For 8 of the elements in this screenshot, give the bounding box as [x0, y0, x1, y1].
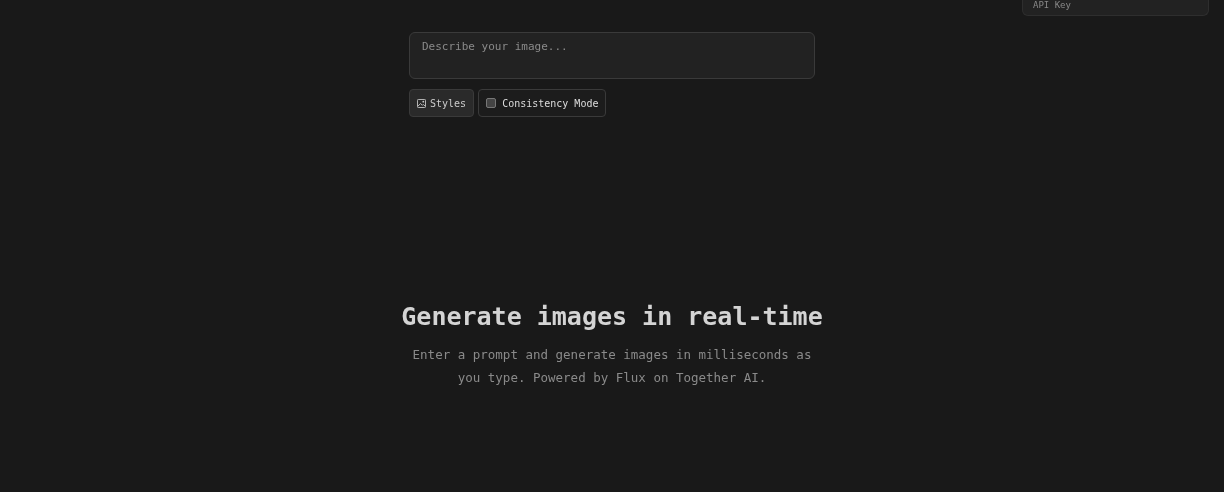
image-icon — [417, 98, 426, 108]
styles-button[interactable]: Styles — [409, 89, 475, 117]
checkbox[interactable] — [486, 98, 497, 108]
prompt-field[interactable]: Describe your image... — [409, 32, 815, 79]
hero-subtitle: Enter a prompt and generate images in milliseconds as you type. Powered by Flux on Together AI. — [412, 346, 812, 387]
api-key-label: API Key — [1033, 0, 1072, 10]
consistency-mode-toggle[interactable]: Consistency Mode — [478, 89, 607, 117]
hero-title: Generate images in real-time — [401, 301, 823, 333]
